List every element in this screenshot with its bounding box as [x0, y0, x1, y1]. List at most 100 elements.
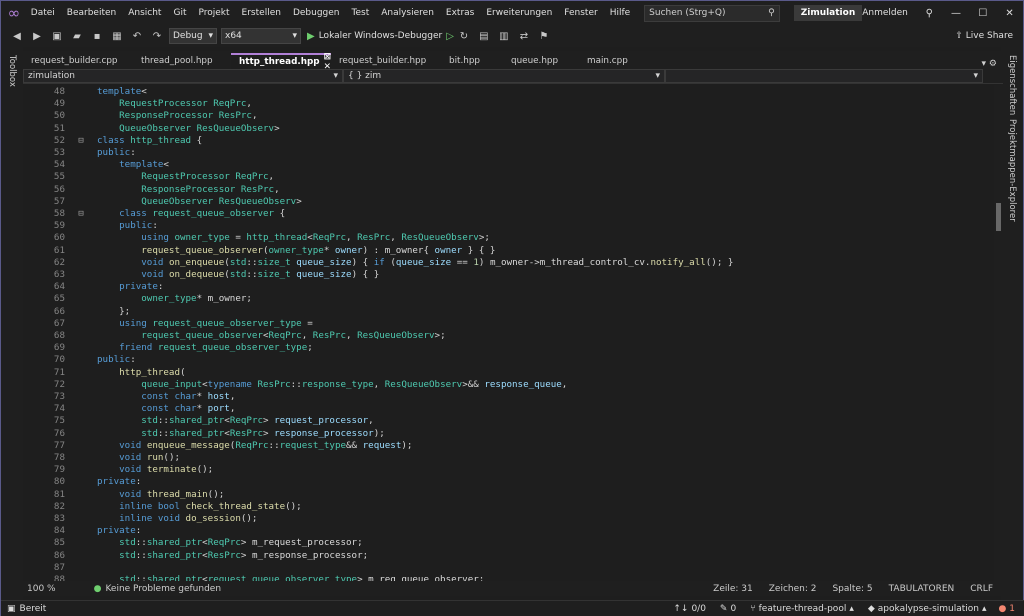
menu-ansicht[interactable]: Ansicht — [122, 8, 167, 18]
save-all-icon[interactable]: ▦ — [109, 28, 125, 44]
code-line[interactable]: 57 QueueObserver ResQueueObserv> — [23, 196, 302, 208]
menu-projekt[interactable]: Projekt — [192, 8, 235, 18]
code-line[interactable]: 54 template< — [23, 159, 169, 171]
project-dropdown[interactable]: zimulation ▾ — [23, 69, 343, 83]
code-line[interactable]: 85 std::shared_ptr<ReqPrc> m_request_pro… — [23, 537, 363, 549]
close-icon[interactable]: ✕ — [996, 8, 1023, 19]
code-line[interactable]: 70 public: — [23, 354, 136, 366]
code-line[interactable]: 49 RequestProcessor ReqPrc, — [23, 98, 252, 110]
code-line[interactable]: 74 const char* port, — [23, 403, 235, 415]
search-input[interactable]: Suchen (Strg+Q) ⚲ — [644, 4, 780, 22]
code-line[interactable]: 56 ResponseProcessor ResPrc, — [23, 184, 280, 196]
zoom-level[interactable]: 100 % — [27, 584, 56, 594]
fold-icon[interactable]: ⊟ — [73, 208, 89, 220]
tab-request-builder-hpp[interactable]: request_builder.hpp — [331, 53, 441, 69]
code-line[interactable]: 61 request_queue_observer(owner_type* ow… — [23, 245, 496, 257]
code-line[interactable]: 58 ⊟ class request_queue_observer { — [23, 208, 285, 220]
code-line[interactable]: 75 std::shared_ptr<ReqPrc> request_proce… — [23, 415, 374, 427]
visual-studio-logo-icon[interactable]: ∞ — [3, 1, 25, 25]
code-line[interactable]: 87 — [23, 562, 97, 574]
code-line[interactable]: 83 inline void do_session(); — [23, 513, 258, 525]
pending-count[interactable]: 0 — [730, 604, 736, 614]
code-editor[interactable]: 48 template< 49 RequestProcessor ReqPrc, 50… — [23, 85, 994, 581]
tab-request-builder-cpp[interactable]: request_builder.cpp — [23, 53, 133, 69]
eol-mode[interactable]: CRLF — [970, 584, 993, 594]
repo-name[interactable]: apokalypse-simulation — [878, 604, 979, 614]
forward-icon[interactable]: ▶ — [29, 28, 45, 44]
code-line[interactable]: 84 private: — [23, 525, 141, 537]
code-line[interactable]: 79 void terminate(); — [23, 464, 213, 476]
code-line[interactable]: 81 void thread_main(); — [23, 489, 224, 501]
open-folder-icon[interactable]: ▰ — [69, 28, 85, 44]
col-indicator[interactable]: Spalte: 5 — [832, 584, 872, 594]
menu-analysieren[interactable]: Analysieren — [375, 8, 440, 18]
tab-main-cpp[interactable]: main.cpp — [579, 53, 669, 69]
code-line[interactable]: 66 }; — [23, 306, 130, 318]
menu-hilfe[interactable]: Hilfe — [604, 8, 636, 18]
code-line[interactable]: 60 using owner_type = http_thread<ReqPrc… — [23, 232, 490, 244]
menu-test[interactable]: Test — [346, 8, 376, 18]
menu-erstellen[interactable]: Erstellen — [236, 8, 287, 18]
problems-status[interactable]: Keine Probleme gefunden — [105, 584, 221, 594]
save-icon[interactable]: ▪ — [89, 28, 105, 44]
toolbox-tab[interactable]: Toolbox — [7, 55, 17, 87]
char-indicator[interactable]: Zeichen: 2 — [769, 584, 817, 594]
tab-http-thread-hpp[interactable]: http_thread.hpp ⊠ ✕ — [231, 52, 331, 72]
feedback-icon[interactable]: ⚲ — [916, 8, 943, 19]
tab-bit-hpp[interactable]: bit.hpp — [441, 53, 503, 69]
undo-icon[interactable]: ↶ — [129, 28, 145, 44]
code-line[interactable]: 55 RequestProcessor ReqPrc, — [23, 171, 274, 183]
code-line[interactable]: 62 void on_enqueue(std::size_t queue_siz… — [23, 257, 734, 269]
notification-icon[interactable]: ● 1 — [999, 604, 1015, 614]
debugger-button[interactable]: Lokaler Windows-Debugger — [319, 31, 443, 41]
code-line[interactable]: 72 queue_input<typename ResPrc::response… — [23, 379, 567, 391]
back-icon[interactable]: ◀ — [9, 28, 25, 44]
code-line[interactable]: 82 inline bool check_thread_state(); — [23, 501, 302, 513]
menu-git[interactable]: Git — [167, 8, 192, 18]
minimize-icon[interactable]: — — [943, 8, 970, 19]
platform-dropdown[interactable]: x64 ▾ — [221, 28, 301, 44]
code-line[interactable]: 73 const char* host, — [23, 391, 235, 403]
tab-overflow-icon[interactable]: ▾ ⚙ — [982, 59, 1003, 69]
scroll-thumb[interactable] — [996, 203, 1001, 231]
tab-thread-pool-hpp[interactable]: thread_pool.hpp — [133, 53, 231, 69]
fold-icon[interactable]: ⊟ — [73, 135, 89, 147]
config-dropdown[interactable]: Debug ▾ — [169, 28, 217, 44]
properties-tab[interactable]: Eigenschaften — [1007, 55, 1017, 115]
refresh-icon[interactable]: ↻ — [456, 28, 472, 44]
layout-icon[interactable]: ▥ — [496, 28, 512, 44]
code-line[interactable]: 77 void enqueue_message(ReqPrc::request_… — [23, 440, 413, 452]
code-line[interactable]: 78 void run(); — [23, 452, 180, 464]
menu-bearbeiten[interactable]: Bearbeiten — [61, 8, 122, 18]
code-line[interactable]: 65 owner_type* m_owner; — [23, 293, 252, 305]
code-line[interactable]: 86 std::shared_ptr<ResPrc> m_response_pr… — [23, 550, 368, 562]
code-line[interactable]: 88 std::shared_ptr<request_queue_observe… — [23, 574, 484, 581]
menu-fenster[interactable]: Fenster — [558, 8, 603, 18]
new-project-icon[interactable]: ▣ — [49, 28, 65, 44]
bookmark-icon[interactable]: ⚑ — [536, 28, 552, 44]
line-indicator[interactable]: Zeile: 31 — [713, 584, 753, 594]
code-line[interactable]: 53 public: — [23, 147, 136, 159]
code-line[interactable]: 68 request_queue_observer<ReqPrc, ResPrc… — [23, 330, 446, 342]
code-line[interactable]: 64 private: — [23, 281, 164, 293]
tab-queue-hpp[interactable]: queue.hpp — [503, 53, 579, 69]
code-line[interactable]: 51 QueueObserver ResQueueObserv> — [23, 123, 280, 135]
sign-in-link[interactable]: Anmelden — [862, 8, 908, 18]
start-without-debug-icon[interactable]: ▷ — [446, 31, 454, 42]
changes-count[interactable]: 0/0 — [691, 604, 705, 614]
code-line[interactable]: 48 template< — [23, 86, 147, 98]
tool-icon[interactable]: ▤ — [476, 28, 492, 44]
solution-explorer-tab[interactable]: Projektmappen-Explorer — [1007, 119, 1017, 222]
step-icon[interactable]: ⇄ — [516, 28, 532, 44]
maximize-icon[interactable]: ☐ — [969, 8, 996, 19]
menu-debuggen[interactable]: Debuggen — [287, 8, 346, 18]
start-debug-icon[interactable]: ▶ — [307, 31, 315, 42]
code-line[interactable]: 80 private: — [23, 476, 141, 488]
branch-name[interactable]: feature-thread-pool — [759, 604, 847, 614]
member-dropdown[interactable]: ▾ — [665, 69, 983, 83]
menu-extras[interactable]: Extras — [440, 8, 480, 18]
code-line[interactable]: 67 using request_queue_observer_type = — [23, 318, 313, 330]
live-share-button[interactable]: ⇧ Live Share — [955, 31, 1013, 41]
code-line[interactable]: 69 friend request_queue_observer_type; — [23, 342, 313, 354]
code-line[interactable]: 63 void on_dequeue(std::size_t queue_siz… — [23, 269, 379, 281]
